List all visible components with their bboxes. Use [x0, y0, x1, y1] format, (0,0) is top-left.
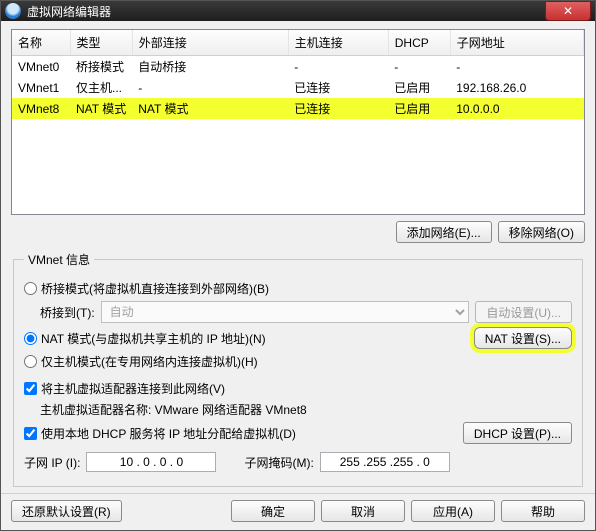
- cell-dhcp: -: [388, 56, 450, 78]
- auto-settings-button[interactable]: 自动设置(U)...: [475, 301, 572, 323]
- hostonly-mode-option[interactable]: 仅主机模式(在专用网络内连接虚拟机)(H): [24, 353, 258, 370]
- col-ext[interactable]: 外部连接: [132, 30, 288, 56]
- cell-subnet: -: [450, 56, 583, 78]
- bridge-mode-option[interactable]: 桥接模式(将虚拟机直接连接到外部网络)(B): [24, 280, 269, 297]
- close-button[interactable]: ✕: [545, 1, 591, 21]
- table-header-row: 名称 类型 外部连接 主机连接 DHCP 子网地址: [12, 30, 584, 56]
- subnet-mask-label: 子网掩码(M):: [244, 454, 313, 471]
- bridge-to-select[interactable]: 自动: [101, 301, 470, 323]
- col-type[interactable]: 类型: [70, 30, 132, 56]
- adapter-name-label: 主机虚拟适配器名称: VMware 网络适配器 VMnet8: [40, 401, 307, 418]
- col-name[interactable]: 名称: [12, 30, 70, 56]
- hostonly-mode-label: 仅主机模式(在专用网络内连接虚拟机)(H): [41, 353, 258, 370]
- app-icon: [5, 3, 21, 19]
- cell-type: 仅主机...: [70, 77, 132, 98]
- dhcp-option[interactable]: 使用本地 DHCP 服务将 IP 地址分配给虚拟机(D): [24, 425, 296, 442]
- window-title: 虚拟网络编辑器: [27, 3, 591, 20]
- restore-defaults-button[interactable]: 还原默认设置(R): [11, 500, 122, 522]
- cell-name: VMnet8: [12, 98, 70, 119]
- cell-ext: -: [132, 77, 288, 98]
- cell-dhcp: 已启用: [388, 98, 450, 119]
- cell-subnet: 10.0.0.0: [450, 98, 583, 119]
- subnet-mask-input[interactable]: [320, 452, 450, 472]
- col-host[interactable]: 主机连接: [288, 30, 388, 56]
- titlebar: 虚拟网络编辑器 ✕: [1, 1, 595, 21]
- bridge-mode-radio[interactable]: [24, 282, 37, 295]
- nat-mode-label: NAT 模式(与虚拟机共享主机的 IP 地址)(N): [41, 330, 266, 347]
- cell-subnet: 192.168.26.0: [450, 77, 583, 98]
- apply-button[interactable]: 应用(A): [411, 500, 495, 522]
- table-row[interactable]: VMnet1 仅主机... - 已连接 已启用 192.168.26.0: [12, 77, 584, 98]
- dhcp-settings-button[interactable]: DHCP 设置(P)...: [463, 422, 572, 444]
- ok-button[interactable]: 确定: [231, 500, 315, 522]
- window-frame: 虚拟网络编辑器 ✕ 名称 类型 外部连接 主机连接 DHCP 子网地址: [0, 0, 596, 531]
- bridge-to-label: 桥接到(T):: [40, 304, 95, 321]
- nat-mode-option[interactable]: NAT 模式(与虚拟机共享主机的 IP 地址)(N): [24, 330, 266, 347]
- table-button-row: 添加网络(E)... 移除网络(O): [11, 221, 585, 243]
- dhcp-checkbox[interactable]: [24, 427, 37, 440]
- subnet-ip-label: 子网 IP (I):: [24, 454, 80, 471]
- hostonly-mode-radio[interactable]: [24, 355, 37, 368]
- nat-mode-radio[interactable]: [24, 332, 37, 345]
- cell-name: VMnet0: [12, 56, 70, 78]
- footer-button-row: 还原默认设置(R) 确定 取消 应用(A) 帮助: [1, 493, 595, 530]
- cell-type: NAT 模式: [70, 98, 132, 119]
- cell-host: 已连接: [288, 77, 388, 98]
- cancel-button[interactable]: 取消: [321, 500, 405, 522]
- remove-network-button[interactable]: 移除网络(O): [498, 221, 585, 243]
- vmnet-info-group: VMnet 信息 桥接模式(将虚拟机直接连接到外部网络)(B) 桥接到(T): …: [13, 251, 583, 487]
- vmnet-info-legend: VMnet 信息: [24, 251, 94, 268]
- cell-dhcp: 已启用: [388, 77, 450, 98]
- help-button[interactable]: 帮助: [501, 500, 585, 522]
- connect-host-option[interactable]: 将主机虚拟适配器连接到此网络(V): [24, 380, 225, 397]
- connect-host-label: 将主机虚拟适配器连接到此网络(V): [41, 380, 225, 397]
- bridge-mode-label: 桥接模式(将虚拟机直接连接到外部网络)(B): [41, 280, 269, 297]
- nat-settings-button[interactable]: NAT 设置(S)...: [474, 327, 572, 349]
- table-row-selected[interactable]: VMnet8 NAT 模式 NAT 模式 已连接 已启用 10.0.0.0: [12, 98, 584, 119]
- cell-type: 桥接模式: [70, 56, 132, 78]
- network-table[interactable]: 名称 类型 外部连接 主机连接 DHCP 子网地址 VMnet0 桥接模式 自动…: [11, 29, 585, 215]
- add-network-button[interactable]: 添加网络(E)...: [396, 221, 492, 243]
- cell-host: -: [288, 56, 388, 78]
- cell-ext: 自动桥接: [132, 56, 288, 78]
- cell-name: VMnet1: [12, 77, 70, 98]
- connect-host-checkbox[interactable]: [24, 382, 37, 395]
- col-dhcp[interactable]: DHCP: [388, 30, 450, 56]
- dhcp-label: 使用本地 DHCP 服务将 IP 地址分配给虚拟机(D): [41, 425, 296, 442]
- col-subnet[interactable]: 子网地址: [450, 30, 583, 56]
- cell-ext: NAT 模式: [132, 98, 288, 119]
- cell-host: 已连接: [288, 98, 388, 119]
- subnet-ip-input[interactable]: [86, 452, 216, 472]
- content-area: 名称 类型 外部连接 主机连接 DHCP 子网地址 VMnet0 桥接模式 自动…: [1, 21, 595, 493]
- table-row[interactable]: VMnet0 桥接模式 自动桥接 - - -: [12, 56, 584, 78]
